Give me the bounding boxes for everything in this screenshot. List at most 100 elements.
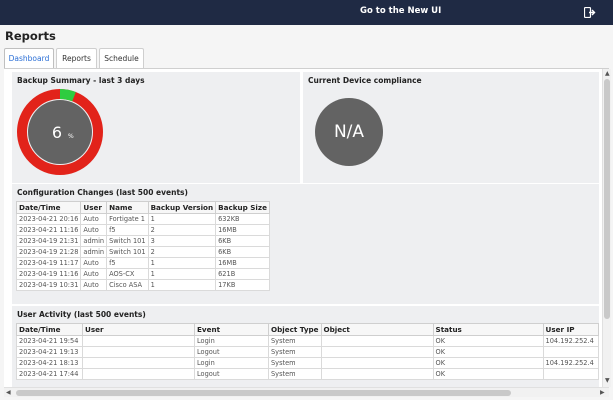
table-cell: 2023-04-21 11:16: [15, 224, 82, 236]
table-cell: Logout: [194, 346, 269, 358]
table-cell: Login: [194, 335, 269, 347]
config-changes-panel: Configuration Changes (last 500 events) …: [12, 184, 599, 304]
table-row[interactable]: 2023-04-21 17:44 Logout System OK: [16, 368, 600, 380]
scroll-down-icon[interactable]: ▼: [605, 377, 610, 385]
column-header[interactable]: Date/Time: [15, 201, 82, 214]
column-header[interactable]: Date/Time: [16, 323, 83, 336]
column-header[interactable]: User: [82, 323, 195, 336]
table-cell: Auto: [80, 279, 108, 291]
table-cell: Auto: [80, 257, 108, 269]
vertical-scroll-thumb[interactable]: [604, 79, 610, 319]
table-cell: Auto: [80, 224, 108, 236]
table-cell: admin: [80, 235, 108, 247]
column-header[interactable]: Backup Version: [147, 201, 217, 214]
column-header[interactable]: User IP: [542, 323, 600, 336]
column-header[interactable]: Object Type: [268, 323, 322, 336]
config-changes-table: Date/Time User Name Backup Version Backu…: [15, 201, 270, 291]
table-row[interactable]: 2023-04-21 19:13 Logout System OK: [16, 346, 600, 358]
go-to-new-ui-link[interactable]: Go to the New UI: [360, 6, 441, 16]
horizontal-scrollbar[interactable]: ◀ ▶: [4, 387, 609, 397]
table-cell: 2023-04-19 21:28: [15, 246, 82, 258]
user-activity-panel: User Activity (last 500 events) Date/Tim…: [12, 306, 600, 387]
table-cell: Auto: [80, 213, 108, 225]
gauge-value: 6: [52, 123, 62, 142]
vertical-scrollbar[interactable]: ▲ ▼: [602, 69, 611, 387]
table-cell: System: [268, 335, 322, 347]
table-cell: 621B: [215, 268, 270, 280]
table-cell: 2023-04-19 11:16: [15, 268, 82, 280]
top-bar: Go to the New UI: [0, 0, 613, 25]
tab-dashboard[interactable]: Dashboard: [4, 48, 54, 68]
table-row[interactable]: 2023-04-21 18:13 Login System OK 104.192…: [16, 357, 600, 369]
tab-schedule[interactable]: Schedule: [99, 48, 144, 68]
column-header[interactable]: User: [80, 201, 108, 214]
table-cell: 3: [147, 235, 217, 247]
table-cell: 2023-04-19 10:31: [15, 279, 82, 291]
user-activity-title: User Activity (last 500 events): [17, 310, 146, 319]
table-cell: Switch 101: [106, 235, 149, 247]
table-cell: OK: [432, 335, 544, 347]
table-cell: 16MB: [215, 224, 270, 236]
column-header[interactable]: Backup Size: [215, 201, 270, 214]
config-changes-title: Configuration Changes (last 500 events): [17, 188, 188, 197]
column-header[interactable]: Name: [106, 201, 149, 214]
dashboard-content: Backup Summary - last 3 days 6 % Current…: [4, 69, 602, 387]
scroll-up-icon[interactable]: ▲: [605, 70, 610, 78]
table-cell: 2023-04-21 17:44: [16, 368, 83, 380]
table-cell: [320, 335, 434, 347]
column-header[interactable]: Object: [320, 323, 434, 336]
table-cell: [320, 357, 434, 369]
column-header[interactable]: Status: [432, 323, 544, 336]
table-cell: 2023-04-19 21:31: [15, 235, 82, 247]
table-row[interactable]: 2023-04-21 19:54 Login System OK 104.192…: [16, 335, 600, 347]
horizontal-scroll-thumb[interactable]: [16, 390, 511, 396]
table-cell: 17KB: [215, 279, 270, 291]
table-cell: Fortigate 1: [106, 213, 149, 225]
table-cell: [82, 335, 195, 347]
compliance-title: Current Device compliance: [308, 76, 422, 85]
table-cell: Auto: [80, 268, 108, 280]
table-header-row: Date/Time User Event Object Type Object …: [16, 323, 600, 336]
table-cell: Login: [194, 357, 269, 369]
scroll-right-icon[interactable]: ▶: [600, 389, 605, 397]
table-cell: f5: [106, 224, 149, 236]
column-header[interactable]: Event: [194, 323, 269, 336]
table-row[interactable]: 2023-04-19 21:28 admin Switch 101 2 6KB: [15, 246, 270, 258]
table-cell: 1: [147, 257, 217, 269]
table-cell: OK: [432, 357, 544, 369]
table-cell: 632KB: [215, 213, 270, 225]
table-cell: [542, 368, 600, 380]
table-cell: 6KB: [215, 235, 270, 247]
backup-summary-panel: Backup Summary - last 3 days 6 %: [12, 72, 300, 183]
table-cell: 1: [147, 268, 217, 280]
user-activity-table: Date/Time User Event Object Type Object …: [16, 323, 600, 380]
table-cell: System: [268, 346, 322, 358]
table-cell: 2023-04-19 11:17: [15, 257, 82, 269]
table-cell: 2023-04-21 18:13: [16, 357, 83, 369]
table-cell: 6KB: [215, 246, 270, 258]
table-row[interactable]: 2023-04-21 11:16 Auto f5 2 16MB: [15, 224, 270, 236]
table-row[interactable]: 2023-04-19 11:17 Auto f5 1 16MB: [15, 257, 270, 269]
table-cell: f5: [106, 257, 149, 269]
backup-gauge: 6 %: [17, 89, 103, 175]
backup-summary-title: Backup Summary - last 3 days: [17, 76, 145, 85]
gauge-unit: %: [68, 133, 74, 140]
table-cell: 2: [147, 224, 217, 236]
table-row[interactable]: 2023-04-21 20:16 Auto Fortigate 1 1 632K…: [15, 213, 270, 225]
tab-reports[interactable]: Reports: [56, 48, 97, 68]
table-cell: 2023-04-21 20:16: [15, 213, 82, 225]
table-cell: 104.192.252.4: [542, 335, 600, 347]
table-cell: [320, 346, 434, 358]
table-cell: 1: [147, 279, 217, 291]
table-cell: [82, 368, 195, 380]
table-cell: [82, 346, 195, 358]
table-row[interactable]: 2023-04-19 11:16 Auto AOS-CX 1 621B: [15, 268, 270, 280]
table-row[interactable]: 2023-04-19 10:31 Auto Cisco ASA 1 17KB: [15, 279, 270, 291]
table-cell: 2023-04-21 19:54: [16, 335, 83, 347]
table-header-row: Date/Time User Name Backup Version Backu…: [15, 201, 270, 214]
scroll-left-icon[interactable]: ◀: [6, 389, 11, 397]
table-cell: Switch 101: [106, 246, 149, 258]
table-cell: [542, 346, 600, 358]
exit-icon[interactable]: [584, 7, 596, 18]
table-row[interactable]: 2023-04-19 21:31 admin Switch 101 3 6KB: [15, 235, 270, 247]
